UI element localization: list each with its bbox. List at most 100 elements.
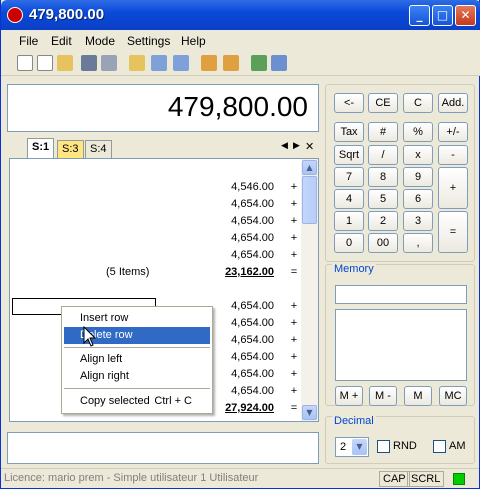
app-icon[interactable] — [7, 7, 23, 23]
window-title: 479,800.00 — [29, 6, 105, 23]
import-icon[interactable] — [151, 55, 167, 71]
tab-next-icon[interactable]: ▶ — [293, 141, 300, 151]
equals-key[interactable]: = — [438, 211, 468, 253]
total-value: 27,924.00 — [225, 402, 274, 414]
key-1[interactable]: 1 — [334, 211, 364, 231]
key-2[interactable]: 2 — [368, 211, 398, 231]
sheets-icon[interactable] — [271, 55, 287, 71]
tape-row[interactable]: 4,654.00 + — [10, 213, 300, 230]
rnd-label: RND — [393, 440, 417, 452]
users-icon[interactable] — [251, 55, 267, 71]
hash-key[interactable]: # — [368, 122, 398, 142]
tab-s1[interactable]: S:1 — [27, 138, 55, 158]
key-7[interactable]: 7 — [334, 167, 364, 187]
open-icon[interactable] — [57, 55, 73, 71]
maximize-button[interactable]: □ — [432, 5, 453, 26]
subtotal-label: (5 Items) — [106, 266, 150, 278]
plus-key[interactable]: + — [438, 167, 468, 209]
memory-recall-key[interactable]: M — [404, 386, 432, 406]
menu-help[interactable]: Help — [181, 34, 206, 48]
minus-key[interactable]: - — [438, 145, 468, 165]
subtotal-row[interactable]: (5 Items) 23,162.00 = — [10, 264, 300, 281]
menu-file[interactable]: File — [19, 34, 38, 48]
new-sheet-icon[interactable] — [37, 55, 53, 71]
row-operator: + — [290, 317, 298, 329]
cap-indicator: CAP — [379, 471, 410, 487]
tape-row[interactable]: 4,654.00 + — [10, 230, 300, 247]
vertical-scrollbar[interactable]: ▲ ▼ — [301, 159, 318, 421]
tape-row[interactable]: 4,654.00 + — [10, 196, 300, 213]
memory-subtract-key[interactable]: M - — [369, 386, 397, 406]
scroll-up-icon[interactable]: ▲ — [302, 160, 317, 175]
new-file-icon[interactable] — [17, 55, 33, 71]
decimal-select[interactable]: 2 ▼ — [335, 437, 369, 457]
add-mode-key[interactable]: Add. — [438, 93, 468, 113]
multiply-key[interactable]: x — [403, 145, 433, 165]
memory-add-key[interactable]: M + — [335, 386, 363, 406]
menu-edit[interactable]: Edit — [51, 34, 72, 48]
key-0[interactable]: 0 — [334, 233, 364, 253]
row-value: 4,654.00 — [231, 368, 274, 380]
memory-value-field[interactable] — [335, 285, 467, 304]
menu-separator — [64, 388, 210, 389]
tax-key[interactable]: Tax — [334, 122, 364, 142]
menu-insert-row[interactable]: Insert row — [64, 310, 210, 327]
subtotal-value: 23,162.00 — [225, 266, 274, 278]
minimize-button[interactable]: _ — [409, 5, 430, 26]
backspace-key[interactable]: <- — [334, 93, 364, 113]
memory-clear-key[interactable]: MC — [439, 386, 467, 406]
key-6[interactable]: 6 — [403, 189, 433, 209]
open-folder-icon[interactable] — [129, 55, 145, 71]
menu-mode[interactable]: Mode — [85, 34, 115, 48]
key-5[interactable]: 5 — [368, 189, 398, 209]
menu-align-right[interactable]: Align right — [64, 368, 210, 385]
menu-copy-selected[interactable]: Copy selected Ctrl + C — [64, 393, 210, 410]
export-icon[interactable] — [173, 55, 189, 71]
scroll-thumb[interactable] — [302, 176, 317, 224]
am-label: AM — [449, 440, 466, 452]
status-light-icon — [453, 473, 465, 485]
menu-align-left[interactable]: Align left — [64, 351, 210, 368]
plusminus-key[interactable]: +/- — [438, 122, 468, 142]
row-value: 4,654.00 — [231, 215, 274, 227]
row-value: 4,654.00 — [231, 317, 274, 329]
tab-s4[interactable]: S:4 — [85, 140, 112, 158]
scroll-down-icon[interactable]: ▼ — [302, 405, 317, 420]
mouse-cursor-icon — [83, 326, 97, 347]
key-9[interactable]: 9 — [403, 167, 433, 187]
memory-list[interactable] — [335, 309, 467, 381]
redo-icon[interactable] — [223, 55, 239, 71]
row-operator: + — [290, 351, 298, 363]
menu-settings[interactable]: Settings — [127, 34, 170, 48]
input-field[interactable] — [7, 432, 319, 464]
tab-prev-icon[interactable]: ◀ — [281, 141, 288, 151]
key-4[interactable]: 4 — [334, 189, 364, 209]
divide-key[interactable]: / — [368, 145, 398, 165]
key-8[interactable]: 8 — [368, 167, 398, 187]
ce-key[interactable]: CE — [368, 93, 398, 113]
tab-s3[interactable]: S:3 — [57, 140, 84, 158]
print-icon[interactable] — [101, 55, 117, 71]
save-icon[interactable] — [81, 55, 97, 71]
decimal-point-key[interactable]: , — [403, 233, 433, 253]
am-checkbox[interactable] — [433, 440, 446, 453]
close-button[interactable]: ✕ — [455, 5, 476, 26]
key-00[interactable]: 00 — [368, 233, 398, 253]
toolbar — [1, 50, 480, 76]
row-value: 4,654.00 — [231, 232, 274, 244]
row-operator: + — [290, 215, 298, 227]
undo-icon[interactable] — [201, 55, 217, 71]
tape-row[interactable]: 4,654.00 + — [10, 247, 300, 264]
clear-key[interactable]: C — [403, 93, 433, 113]
tab-close-icon[interactable]: ✕ — [305, 140, 314, 153]
percent-key[interactable]: % — [403, 122, 433, 142]
sqrt-key[interactable]: Sqrt — [334, 145, 364, 165]
chevron-down-icon[interactable]: ▼ — [352, 439, 367, 455]
tape-row[interactable]: 4,546.00 + — [10, 179, 300, 196]
title-bar[interactable]: 479,800.00 _ □ ✕ — [1, 0, 480, 30]
key-3[interactable]: 3 — [403, 211, 433, 231]
row-value: 4,654.00 — [231, 198, 274, 210]
copy-label: Copy selected — [80, 395, 150, 407]
rnd-checkbox[interactable] — [377, 440, 390, 453]
row-operator: + — [290, 249, 298, 261]
